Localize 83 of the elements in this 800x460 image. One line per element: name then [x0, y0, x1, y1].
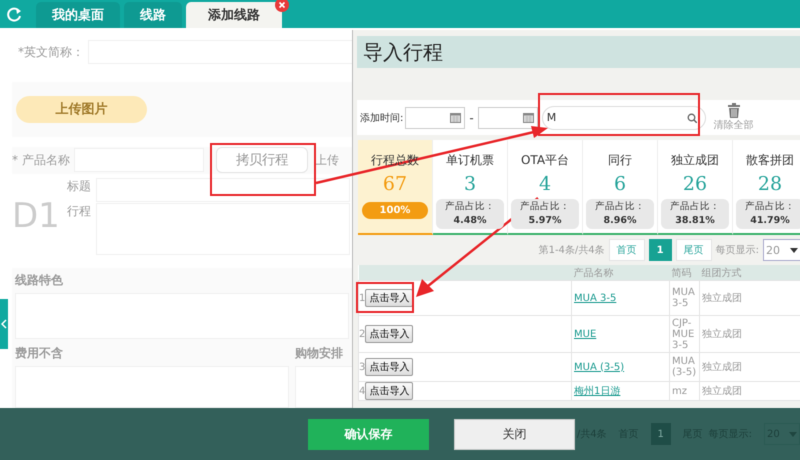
stat-value: 26 [682, 173, 708, 195]
search-value: M [546, 111, 556, 124]
section-label: 费用不含 [15, 345, 64, 362]
product-link[interactable]: MUA 3-5 [574, 292, 616, 304]
column-header: 产品名称 [572, 265, 670, 280]
import-button[interactable]: 点击导入 [365, 358, 414, 376]
row-number: 3 [359, 362, 366, 373]
product-link[interactable]: MUA (3-5) [574, 362, 624, 372]
product-link[interactable]: MUE [574, 328, 596, 340]
stat-value: 67 [382, 173, 408, 195]
stat-label: OTA平台 [520, 152, 570, 169]
stat-card[interactable]: 散客拼团 28 产品占比：41.79% [733, 140, 800, 235]
page-size-value: 20 [766, 244, 780, 256]
table-cell: CJP-MUE 3-5 [670, 316, 700, 352]
field-label: 标题 [67, 178, 92, 195]
column-header: 组团方式 [700, 265, 800, 280]
stat-value: 28 [758, 173, 782, 195]
upload-label: 上传 [314, 152, 339, 169]
table-cell: mz [670, 382, 700, 400]
page-button[interactable]: 1 [650, 423, 671, 445]
stat-value: 4 [538, 173, 552, 195]
field-label: 添加时间: [360, 112, 404, 124]
page-size-select[interactable]: 20 [763, 239, 800, 261]
close-icon[interactable] [275, 0, 289, 12]
field-label: *英文简称： [18, 44, 84, 60]
tab[interactable]: 线路 [124, 2, 182, 28]
share-text: 产品占比：4.48% [436, 199, 504, 229]
close-button[interactable]: 关闭 [454, 418, 575, 450]
import-button[interactable]: 点击导入 [365, 289, 414, 307]
date-field[interactable] [405, 106, 466, 128]
stat-label: 独立成团 [671, 152, 719, 169]
caret-icon [790, 248, 798, 252]
tab[interactable]: 添加线路 [186, 2, 282, 28]
stat-label: 单订机票 [446, 152, 494, 169]
stat-label: 散客拼团 [746, 152, 794, 169]
annotation-frame [356, 282, 414, 313]
save-button[interactable]: 确认保存 [308, 418, 429, 450]
share-text: 产品占比：38.81% [661, 199, 729, 229]
row-number: 1 [359, 293, 366, 304]
share-text: 产品占比：41.79% [736, 199, 800, 229]
separator: - [468, 110, 475, 124]
section-label: 线路特色 [15, 272, 64, 289]
refresh-icon[interactable] [6, 6, 22, 22]
field-label: * 产品名称 [12, 152, 70, 169]
table-cell: MUA (3-5) [670, 352, 700, 382]
page-size-label: 每页显示: [716, 244, 759, 257]
table-cell: 独立成团 [700, 280, 800, 316]
upload-button[interactable]: 上传图片 [16, 96, 147, 123]
field-label: 行程 [67, 202, 92, 220]
row-number: 4 [359, 386, 366, 397]
stat-card[interactable]: 独立成团 26 产品占比：38.81% [658, 140, 733, 235]
page-button[interactable]: 1 [648, 239, 672, 261]
dialog-title: 导入行程 [357, 36, 800, 68]
collapse-tab[interactable] [0, 299, 8, 349]
import-button[interactable]: 点击导入 [365, 382, 414, 400]
stat-card[interactable]: 同行 6 产品占比：8.96% [583, 140, 658, 235]
search-icon[interactable] [686, 112, 697, 122]
copy-button[interactable]: 拷贝行程 [216, 147, 308, 174]
share-badge: 100% [362, 202, 428, 219]
stat-label: 同行 [608, 152, 632, 169]
row-number: 2 [359, 329, 366, 340]
search-field[interactable]: M [542, 106, 706, 130]
caret-icon [789, 432, 797, 436]
import-button[interactable]: 点击导入 [365, 325, 414, 343]
first-page-button[interactable]: 首页 [608, 239, 645, 261]
section-label: 购物安排 [295, 345, 344, 362]
last-page-button[interactable]: 尾页 [676, 239, 712, 261]
share-text: 产品占比：5.97% [511, 199, 579, 229]
stat-value: 3 [464, 173, 476, 195]
trash-icon[interactable] [726, 103, 741, 118]
date-field[interactable] [478, 106, 538, 128]
calendar-icon[interactable] [522, 112, 534, 123]
share-text: 产品占比：8.96% [586, 199, 654, 229]
page-summary: 第1-4条/共4条 [538, 244, 605, 257]
tab[interactable]: 我的桌面 [36, 2, 120, 28]
stat-card[interactable]: 单订机票 3 产品占比：4.48% [433, 140, 508, 235]
table-cell: MUA 3-5 [670, 280, 700, 316]
column-header: 简码 [670, 265, 700, 280]
stat-value: 6 [614, 173, 626, 195]
clear-all-link[interactable]: 清除全部 [714, 118, 754, 132]
calendar-icon[interactable] [450, 112, 462, 123]
stat-card[interactable]: OTA平台 4 产品占比：5.97% [508, 140, 583, 235]
input-field[interactable] [96, 178, 350, 202]
